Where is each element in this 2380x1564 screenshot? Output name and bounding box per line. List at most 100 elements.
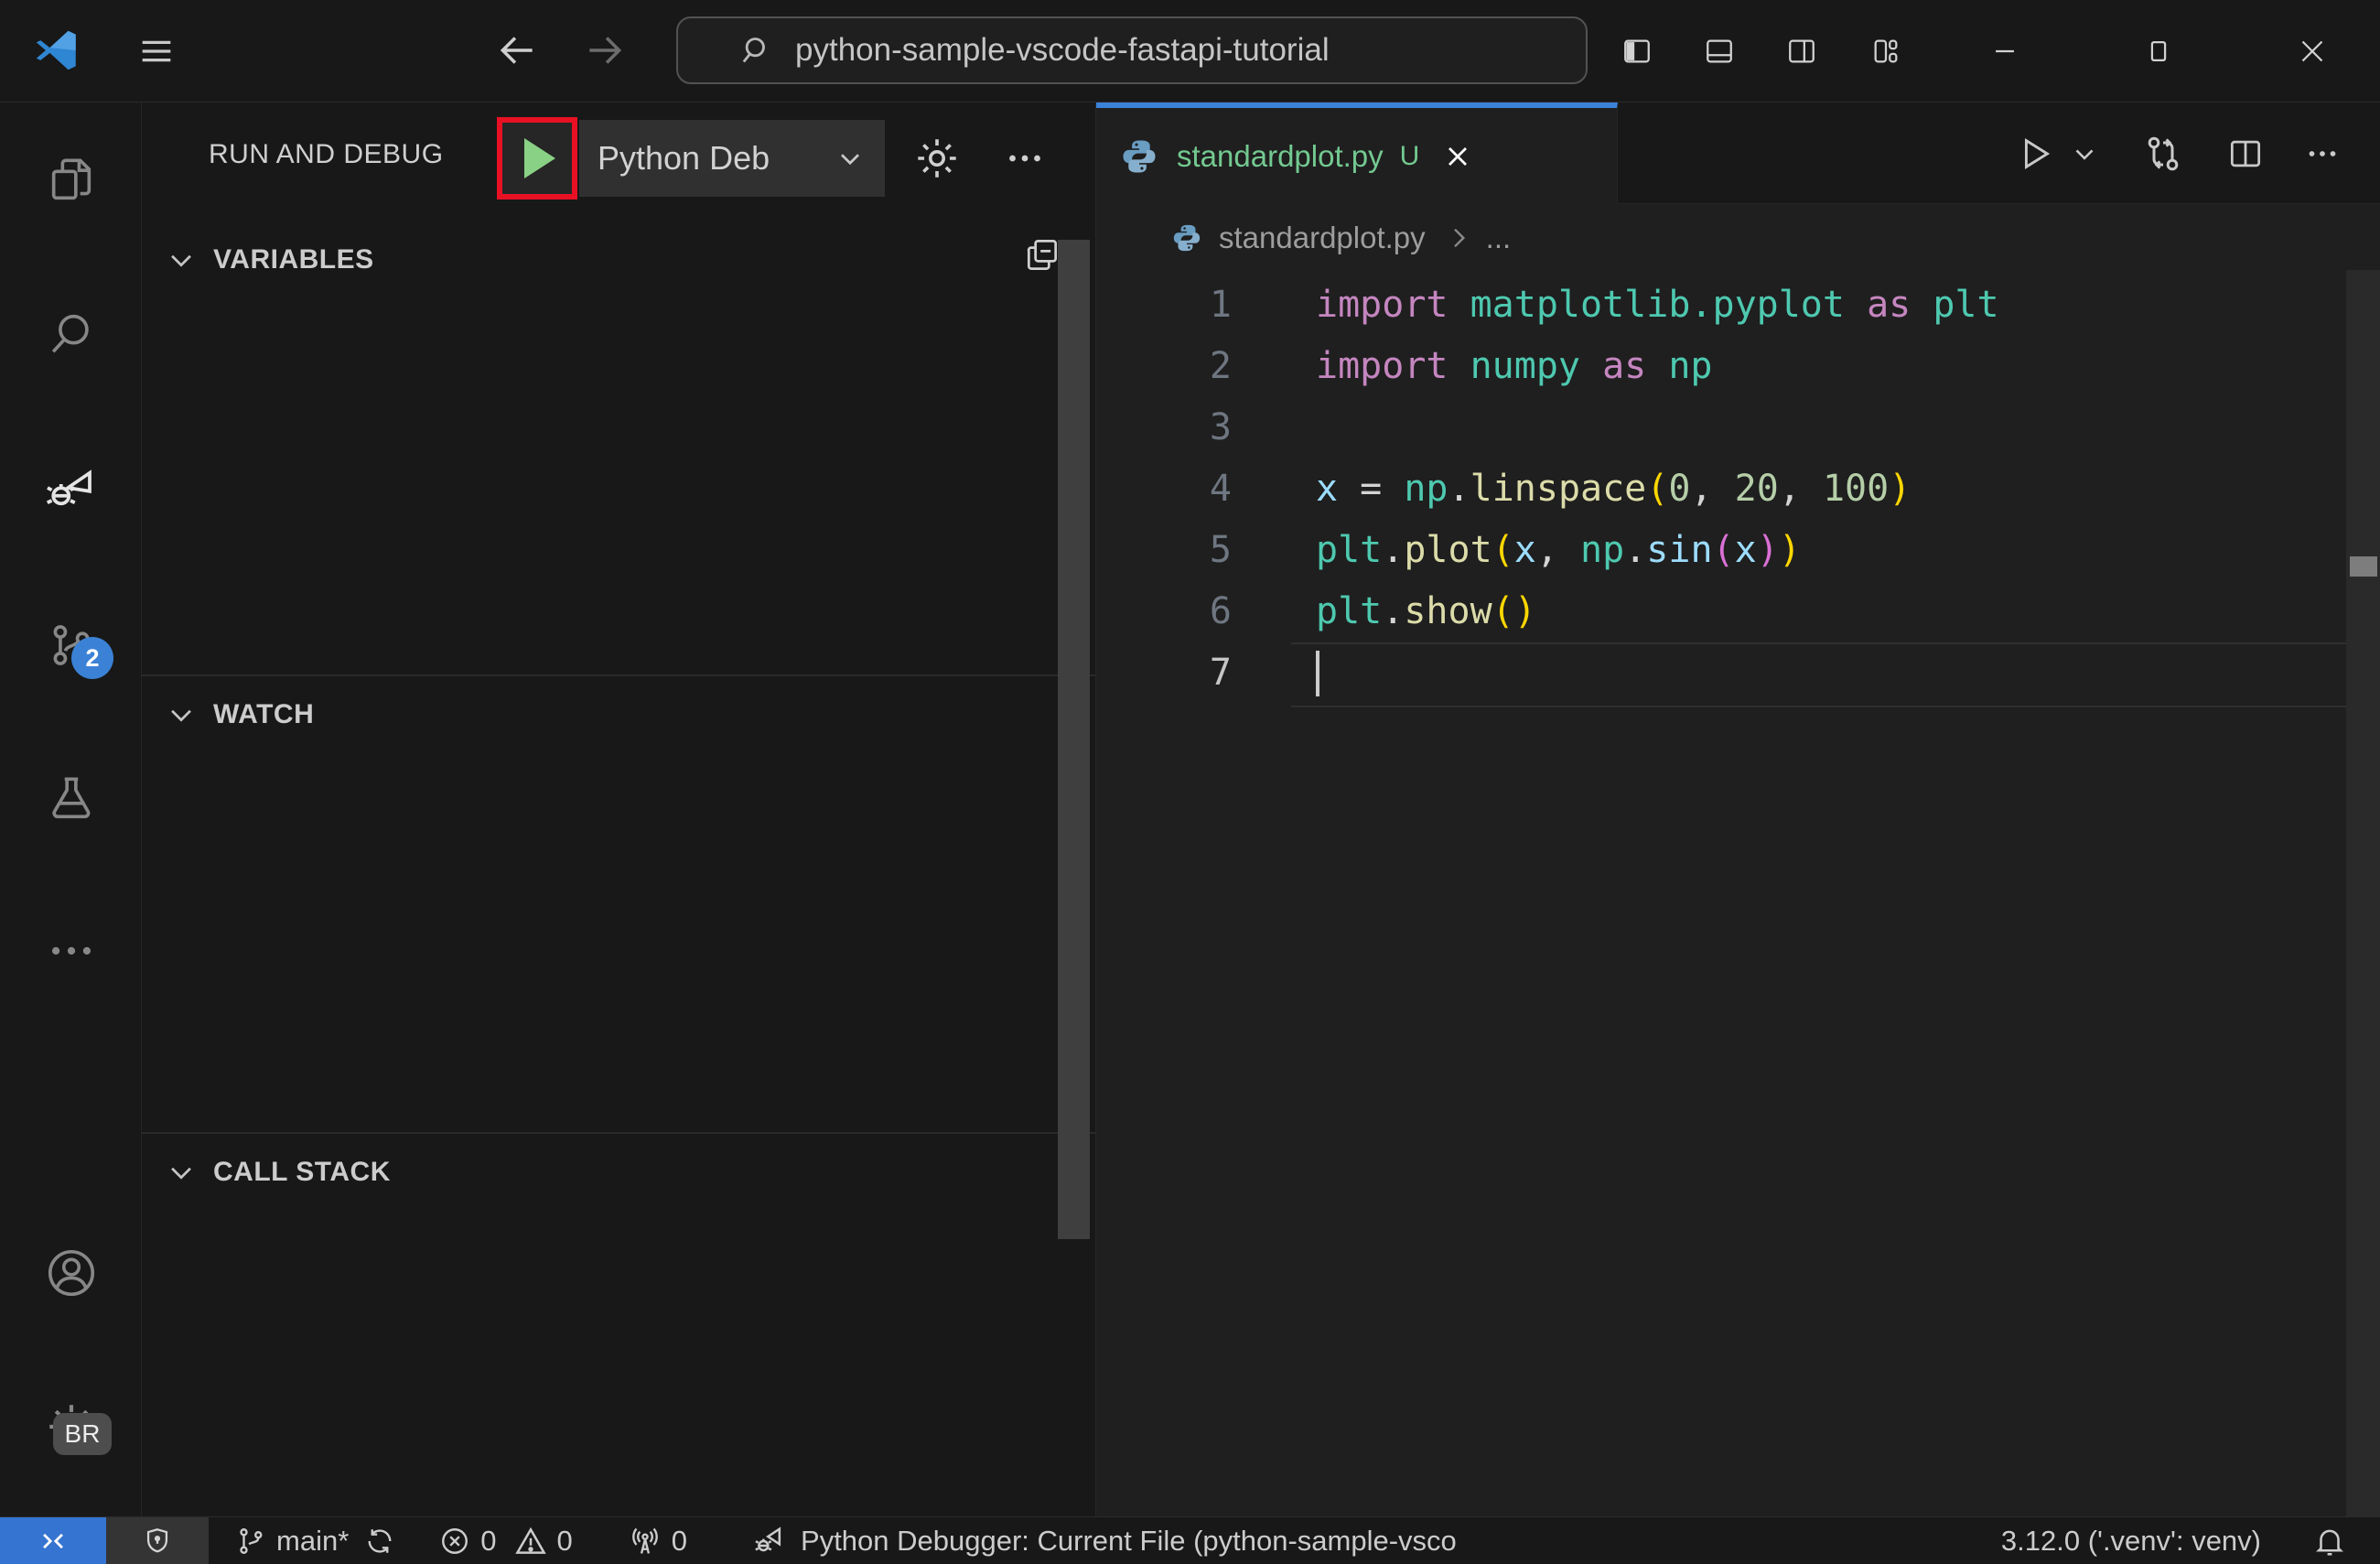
accounts-item[interactable] [0,1223,142,1323]
code-line[interactable]: 5 plt. plot(x, np. sin(x)) [1096,520,2346,581]
sidebar-item-source-control[interactable]: 2 [0,595,142,696]
maximize-icon[interactable] [2130,24,2187,79]
errors-icon [438,1525,471,1558]
split-editor-icon[interactable] [2220,128,2271,179]
code-line[interactable]: 4 x = np. linspace(0, 20, 100) [1096,458,2346,520]
toggle-secondary-sidebar-icon[interactable] [1773,24,1830,79]
sidebar-item-search[interactable] [0,284,142,384]
sidebar-title: RUN AND DEBUG [209,139,444,169]
search-icon [45,307,98,361]
line-number[interactable]: 1 [1096,275,1232,336]
search-value: python-sample-vscode-fastapi-tutorial [795,32,1330,68]
code-line[interactable]: 7 [1096,642,2346,707]
customize-layout-icon[interactable] [1858,24,1914,79]
line-number[interactable]: 2 [1096,336,1232,397]
bell-icon [2312,1524,2347,1559]
code-lines[interactable]: 1 import matplotlib.pyplot as plt 2 import … [1096,275,2346,707]
views-more-actions-icon[interactable] [1000,134,1050,183]
code-line[interactable]: 1 import matplotlib.pyplot as plt [1096,275,2346,336]
sidebar-item-more[interactable] [0,901,142,1001]
debug-settings-gear-icon[interactable] [912,134,962,183]
warnings-icon [513,1524,548,1559]
command-center-search[interactable]: python-sample-vscode-fastapi-tutorial [676,16,1588,84]
scrollbar-marker [2350,556,2377,577]
line-number[interactable]: 7 [1096,642,1232,704]
title-bar: python-sample-vscode-fastapi-tutorial [0,0,2380,102]
play-icon [524,138,555,178]
debug-icon [751,1523,788,1559]
line-number[interactable]: 3 [1096,397,1232,458]
source-control-badge: 2 [71,637,113,679]
code-text [1316,642,1319,704]
toggle-panel-icon[interactable] [1691,24,1748,79]
debug-status-text: Python Debugger: Current File (python-sa… [801,1524,1457,1557]
line-number[interactable]: 6 [1096,581,1232,642]
breadcrumb[interactable]: standardplot.py ... [1096,204,2380,272]
start-debugging-button[interactable] [497,117,577,200]
python-interpreter-item[interactable]: 3.12.0 ('.venv': venv) [2001,1517,2261,1564]
sidebar-item-testing[interactable] [0,749,142,849]
code-text: import matplotlib.pyplot as plt [1316,284,1999,326]
ports-item[interactable]: 0 [628,1517,687,1564]
shield-icon [142,1526,173,1557]
tab-standardplot[interactable]: standardplot.py U [1096,102,1618,204]
go-forward-icon[interactable] [582,27,628,73]
code-line[interactable]: 3 [1096,397,2346,458]
chevron-down-icon [166,699,197,730]
section-label: CALL STACK [213,1157,391,1187]
problems-item[interactable]: 0 0 [438,1517,573,1564]
remote-indicator[interactable] [0,1516,106,1564]
debug-config-dropdown[interactable]: Python Deb [579,120,885,197]
vscode-logo-icon [29,24,82,77]
editor-group: standardplot.py U standardplot.py ... 1 … [1095,102,2380,1516]
section-variables[interactable]: VARIABLES [142,223,1095,297]
open-changes-icon[interactable] [2138,128,2189,179]
testing-beaker-icon [45,772,98,825]
go-back-icon[interactable] [494,27,540,73]
line-number[interactable]: 5 [1096,520,1232,581]
code-line[interactable]: 6 plt. show() [1096,581,2346,642]
code-line[interactable]: 2 import numpy as np [1096,336,2346,397]
sidebar-item-explorer[interactable] [0,130,142,231]
run-and-debug-icon [44,460,99,515]
line-number[interactable]: 4 [1096,458,1232,520]
debug-status-item[interactable]: Python Debugger: Current File (python-sa… [751,1517,1457,1564]
sidebar-item-run-and-debug[interactable] [0,437,142,538]
toggle-primary-sidebar-icon[interactable] [1609,24,1665,79]
breadcrumb-file[interactable]: standardplot.py [1219,221,1426,255]
python-version-text: 3.12.0 ('.venv': venv) [2000,1524,2261,1557]
debug-toolbar: RUN AND DEBUG Python Deb [142,102,1095,208]
run-and-debug-sidebar: RUN AND DEBUG Python Deb VARIABLES WATCH… [142,102,1095,1516]
git-branch-item[interactable]: main* [234,1517,396,1564]
chevron-right-icon [1444,223,1473,253]
minimize-icon[interactable] [1976,24,2033,79]
settings-item[interactable]: BR [0,1376,142,1477]
notifications-item[interactable] [2312,1517,2347,1564]
close-icon[interactable] [2284,24,2341,79]
sync-icon[interactable] [363,1525,396,1558]
editor-more-actions-icon[interactable] [2297,128,2348,179]
close-tab-icon[interactable] [1441,140,1474,173]
tab-bar: standardplot.py U [1096,102,2380,204]
section-call-stack[interactable]: CALL STACK [142,1136,1095,1209]
collapse-all-icon[interactable] [1022,234,1062,275]
section-watch[interactable]: WATCH [142,678,1095,751]
code-text: import numpy as np [1316,345,1713,387]
warning-count: 0 [556,1524,573,1557]
workspace-trust-item[interactable] [106,1516,209,1564]
code-text: plt. plot(x, np. sin(x)) [1316,529,1801,571]
tab-filename: standardplot.py [1177,138,1384,173]
search-icon [738,32,775,69]
python-file-icon [1120,137,1158,176]
run-dropdown-chevron-icon[interactable] [2059,128,2110,179]
text-cursor [1316,650,1319,696]
run-python-file-icon[interactable] [2009,128,2061,179]
menu-icon[interactable] [135,30,178,72]
sidebar-scrollbar[interactable] [1058,240,1090,1239]
section-divider [142,1132,1095,1134]
editor-scrollbar[interactable] [2346,270,2380,1516]
breadcrumb-symbol[interactable]: ... [1486,221,1512,255]
chevron-down-icon [166,244,197,275]
account-icon [43,1245,100,1301]
chevron-down-icon [834,142,867,175]
